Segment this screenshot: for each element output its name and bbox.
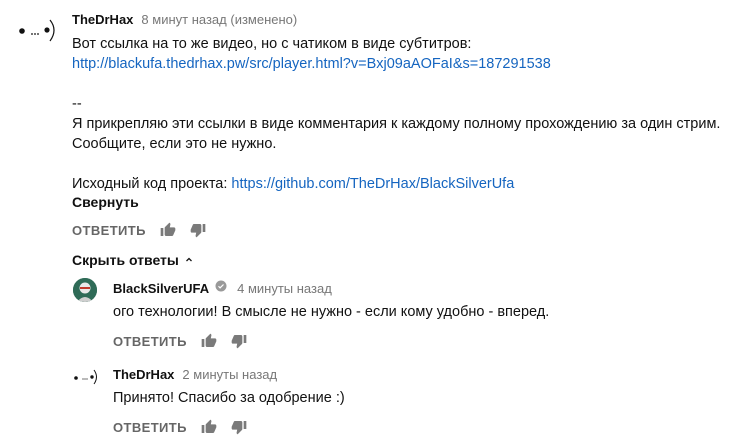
github-link[interactable]: https://github.com/TheDrHax/BlackSilverU…: [231, 176, 514, 192]
thumb-down-icon[interactable]: [190, 222, 206, 238]
comment-timestamp[interactable]: 8 минут назад (изменено): [141, 12, 297, 27]
comment-avatar[interactable]: [14, 14, 58, 46]
comment-header: TheDrHax 8 минут назад (изменено): [72, 12, 297, 27]
reply-header: TheDrHax 2 минуты назад: [113, 367, 277, 382]
reply-avatar[interactable]: [72, 366, 100, 388]
chevron-up-icon: [185, 257, 192, 262]
reply-button[interactable]: ОТВЕТИТЬ: [113, 334, 187, 349]
thumb-up-icon[interactable]: [201, 333, 217, 349]
comment-line-3: Я прикрепляю эти ссылки в виде комментар…: [72, 116, 721, 132]
user-avatar-icon: [73, 278, 97, 302]
reply-timestamp[interactable]: 4 минуты назад: [237, 281, 332, 296]
hide-replies-button[interactable]: Скрыть ответы: [72, 252, 195, 268]
thumb-down-icon[interactable]: [231, 333, 247, 349]
thumb-down-icon[interactable]: [231, 419, 247, 435]
reply-timestamp[interactable]: 2 минуты назад: [182, 367, 277, 382]
hide-replies-label: Скрыть ответы: [72, 252, 179, 268]
thumb-up-icon[interactable]: [201, 419, 217, 435]
comment-actions: ОТВЕТИТЬ: [72, 222, 206, 238]
thumb-up-icon[interactable]: [160, 222, 176, 238]
comment-separator: --: [72, 96, 82, 112]
reply-text: ого технологии! В смысле не нужно - если…: [113, 304, 550, 320]
comment-line-1: Вот ссылка на то же видео, но с чатиком …: [72, 36, 472, 52]
reply-actions: ОТВЕТИТЬ: [113, 419, 247, 435]
comment-line-5: Исходный код проекта: https://github.com…: [72, 174, 514, 194]
player-link[interactable]: http://blackufa.thedrhax.pw/src/player.h…: [72, 54, 551, 74]
verified-check-icon: [215, 279, 227, 297]
source-code-label: Исходный код проекта:: [72, 176, 232, 192]
reply-author[interactable]: BlackSilverUFA: [113, 281, 209, 296]
reply-text: Принято! Спасибо за одобрение :): [113, 390, 345, 406]
reply-actions: ОТВЕТИТЬ: [113, 333, 247, 349]
comment-line-4: Сообщите, если это не нужно.: [72, 136, 277, 152]
reply-button[interactable]: ОТВЕТИТЬ: [72, 223, 146, 238]
reply-header: BlackSilverUFA 4 минуты назад: [113, 279, 332, 297]
reply-avatar[interactable]: [73, 278, 97, 302]
drhax-avatar-icon: [74, 369, 97, 385]
collapse-button[interactable]: Свернуть: [72, 194, 139, 210]
reply-author[interactable]: TheDrHax: [113, 367, 174, 382]
drhax-avatar-icon: [19, 19, 55, 42]
reply-button[interactable]: ОТВЕТИТЬ: [113, 420, 187, 435]
comment-author[interactable]: TheDrHax: [72, 12, 133, 27]
